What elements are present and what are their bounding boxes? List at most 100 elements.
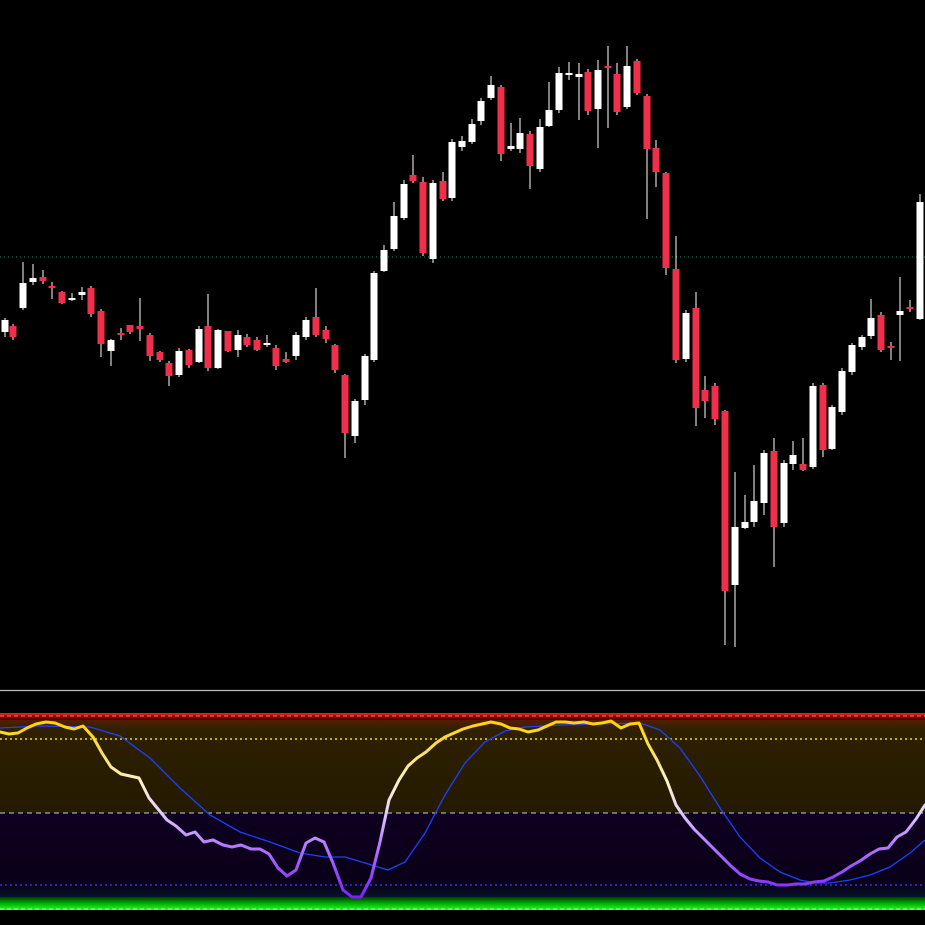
bearish-candle: [272, 348, 280, 366]
bullish-candle: [429, 183, 437, 259]
bullish-candle: [477, 101, 485, 121]
bearish-candle: [136, 326, 144, 329]
bearish-candle: [439, 181, 447, 199]
bearish-candle: [584, 72, 592, 111]
bullish-candle: [1, 320, 9, 332]
bullish-candle: [78, 292, 86, 295]
bearish-candle: [58, 292, 66, 303]
bullish-candle: [731, 527, 739, 585]
bullish-candle: [848, 345, 856, 372]
bullish-candle: [623, 66, 631, 107]
bearish-candle: [877, 315, 885, 350]
bullish-candle: [789, 455, 797, 464]
bearish-candle: [643, 96, 651, 149]
bearish-candle: [497, 87, 505, 154]
bullish-candle: [292, 335, 300, 356]
bearish-candle: [819, 385, 827, 450]
bearish-candle: [701, 390, 709, 401]
bullish-candle: [682, 313, 690, 359]
bearish-candle: [39, 277, 47, 281]
bullish-candle: [536, 127, 544, 169]
bullish-candle: [545, 110, 553, 126]
bearish-candle: [204, 326, 212, 368]
bearish-candle: [906, 307, 914, 309]
bullish-candle: [828, 407, 836, 449]
bullish-candle: [838, 371, 846, 412]
bullish-candle: [214, 330, 222, 368]
bearish-candle: [282, 359, 290, 362]
bullish-candle: [175, 351, 183, 375]
bullish-candle: [867, 318, 875, 336]
bearish-candle: [341, 375, 349, 433]
bullish-candle: [741, 522, 749, 528]
bearish-candle: [799, 464, 807, 470]
bearish-candle: [9, 326, 17, 337]
bullish-candle: [107, 340, 115, 351]
bearish-candle: [97, 311, 105, 344]
bullish-candle: [555, 73, 563, 110]
bullish-candle: [858, 337, 866, 347]
bearish-candle: [156, 352, 164, 360]
bearish-candle: [165, 363, 173, 376]
bullish-candle: [263, 343, 271, 345]
bearish-candle: [117, 333, 125, 335]
bullish-candle: [370, 273, 378, 360]
bullish-candle: [458, 141, 466, 147]
bearish-candle: [652, 148, 660, 172]
bullish-candle: [565, 73, 573, 75]
bullish-candle: [390, 216, 398, 249]
bearish-candle: [126, 325, 134, 332]
bullish-candle: [896, 311, 904, 315]
bullish-candle: [780, 463, 788, 523]
bullish-candle: [448, 142, 456, 198]
bearish-candle: [662, 173, 670, 268]
candlestick-series: [1, 46, 924, 647]
bearish-candle: [711, 386, 719, 419]
bearish-candle: [322, 330, 330, 339]
bearish-candle: [312, 317, 320, 335]
trading-chart: [0, 46, 925, 910]
bullish-candle: [29, 278, 37, 282]
bullish-candle: [19, 283, 27, 308]
bullish-candle: [916, 202, 924, 319]
oscillator-panel: [0, 713, 925, 910]
bullish-candle: [487, 85, 495, 98]
bullish-candle: [195, 329, 203, 362]
bullish-candle: [234, 335, 242, 350]
bearish-candle: [185, 350, 193, 365]
bearish-candle: [633, 61, 641, 93]
bearish-candle: [526, 134, 534, 166]
bearish-candle: [48, 286, 56, 288]
bullish-candle: [400, 184, 408, 218]
bullish-candle: [351, 401, 359, 436]
bullish-candle: [750, 501, 758, 522]
bearish-candle: [87, 288, 95, 314]
bullish-candle: [68, 298, 76, 300]
bearish-candle: [887, 346, 895, 348]
bullish-candle: [380, 250, 388, 271]
bearish-candle: [672, 269, 680, 360]
extreme-bottom-band: [0, 897, 925, 910]
bearish-candle: [419, 182, 427, 253]
price-panel: [0, 46, 925, 647]
bearish-candle: [224, 331, 232, 351]
bearish-candle: [692, 308, 700, 408]
bearish-candle: [331, 345, 339, 370]
bullish-candle: [760, 453, 768, 503]
bearish-candle: [146, 335, 154, 356]
bearish-candle: [253, 340, 261, 350]
bearish-candle: [770, 451, 778, 527]
bearish-candle: [613, 74, 621, 112]
bullish-candle: [302, 320, 310, 337]
bullish-candle: [361, 356, 369, 400]
bullish-candle: [594, 70, 602, 109]
bullish-candle: [575, 74, 583, 77]
bullish-candle: [468, 124, 476, 142]
bearish-candle: [721, 411, 729, 591]
bearish-candle: [604, 66, 612, 68]
overbought-zone: [0, 718, 925, 813]
bullish-candle: [809, 386, 817, 467]
bullish-candle: [507, 146, 515, 149]
bearish-candle: [409, 175, 417, 181]
bullish-candle: [516, 133, 524, 149]
